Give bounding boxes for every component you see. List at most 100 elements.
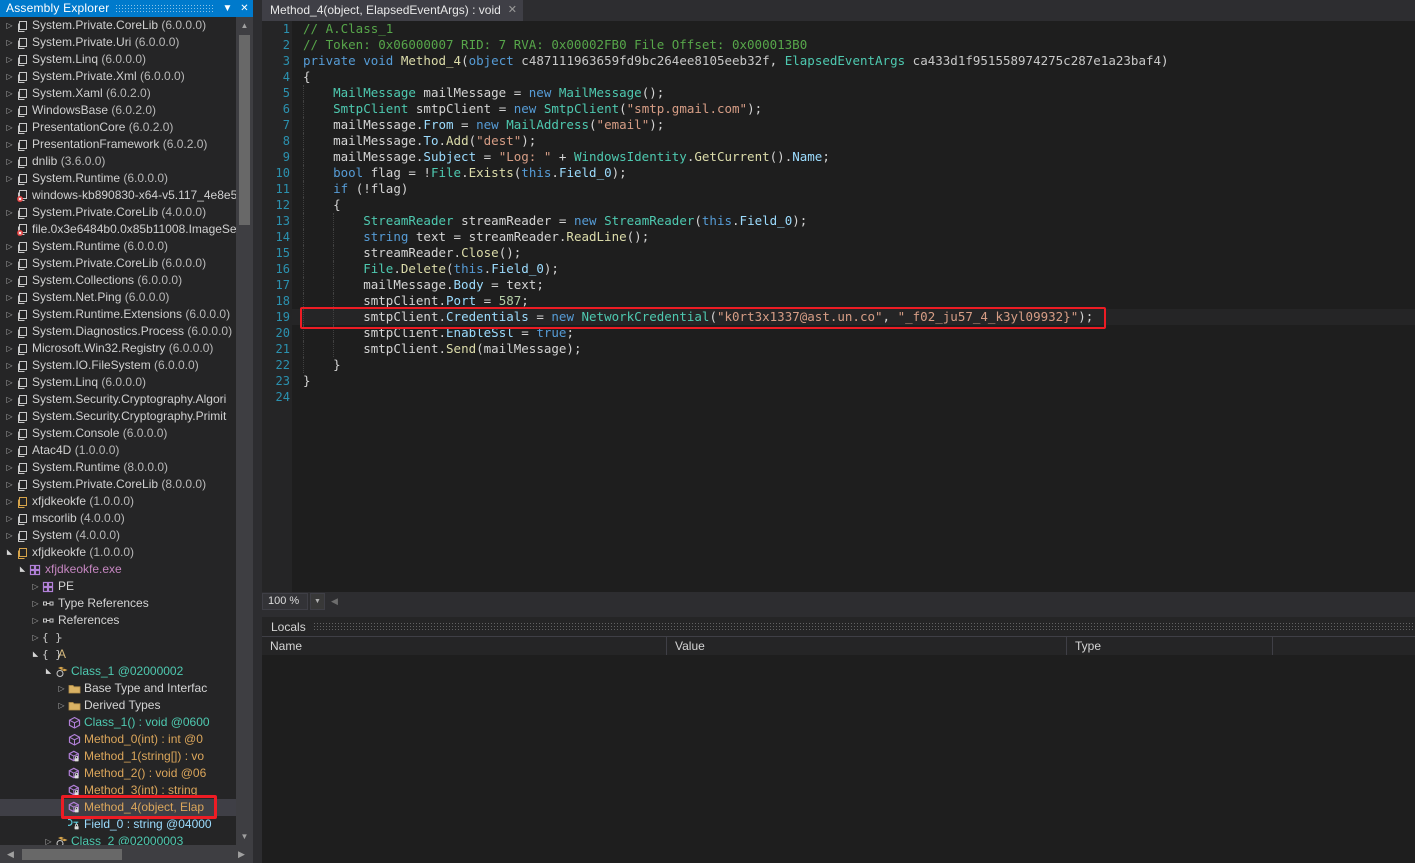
scrollbar-thumb[interactable]: [22, 849, 122, 860]
chevron-right-icon[interactable]: ▷: [4, 153, 15, 170]
tree-item[interactable]: Method_3(int) : string: [0, 782, 236, 799]
tree-item-selected[interactable]: Method_4(object, Elap: [0, 799, 236, 816]
code-line[interactable]: 1 // A.Class_1: [262, 21, 1415, 37]
tree-item[interactable]: ▷ System.Collections (6.0.0.0): [0, 272, 236, 289]
chevron-down-icon[interactable]: ▼: [219, 0, 236, 17]
tree-item[interactable]: ▷ System.Diagnostics.Process (6.0.0.0): [0, 323, 236, 340]
scroll-down-icon[interactable]: ▼: [236, 828, 253, 845]
chevron-down-icon[interactable]: ▼: [310, 593, 325, 610]
tree-item[interactable]: ◢ xfjdkeokfe (1.0.0.0): [0, 544, 236, 561]
tree-item[interactable]: ▷ Type References: [0, 595, 236, 612]
chevron-right-icon[interactable]: ▷: [30, 612, 41, 629]
zoom-level-value[interactable]: 100 %: [262, 593, 308, 610]
code-line[interactable]: 3 private void Method_4(object c487111963…: [262, 53, 1415, 69]
tree-item[interactable]: ▷ WindowsBase (6.0.2.0): [0, 102, 236, 119]
chevron-right-icon[interactable]: ▷: [4, 391, 15, 408]
scroll-right-icon[interactable]: ▶: [233, 845, 250, 863]
locals-column-header[interactable]: Type: [1067, 637, 1273, 655]
code-line[interactable]: 5 MailMessage mailMessage = new MailMess…: [262, 85, 1415, 101]
chevron-right-icon[interactable]: ▷: [4, 136, 15, 153]
tree-item[interactable]: ▷ mscorlib (4.0.0.0): [0, 510, 236, 527]
sidebar-vertical-scrollbar[interactable]: ▲ ▼: [236, 17, 253, 845]
locals-column-header[interactable]: Name: [262, 637, 667, 655]
tree-item[interactable]: ▷ Atac4D (1.0.0.0): [0, 442, 236, 459]
panel-drag-grip[interactable]: [312, 622, 1413, 631]
chevron-right-icon[interactable]: ▷: [4, 374, 15, 391]
tree-item[interactable]: Method_0(int) : int @0: [0, 731, 236, 748]
chevron-right-icon[interactable]: ▷: [4, 51, 15, 68]
chevron-right-icon[interactable]: ▷: [4, 204, 15, 221]
chevron-right-icon[interactable]: ▷: [4, 340, 15, 357]
chevron-right-icon[interactable]: ▷: [4, 34, 15, 51]
chevron-right-icon[interactable]: ▷: [56, 680, 67, 697]
chevron-right-icon[interactable]: ▷: [4, 255, 15, 272]
tree-item[interactable]: file.0x3e6484b0.0x85b11008.ImageSe: [0, 221, 236, 238]
code-line[interactable]: 6 SmtpClient smtpClient = new SmtpClient…: [262, 101, 1415, 117]
tree-item[interactable]: ▷ Derived Types: [0, 697, 236, 714]
chevron-right-icon[interactable]: ▷: [4, 289, 15, 306]
scrollbar-thumb[interactable]: [239, 35, 250, 225]
locals-column-header[interactable]: Value: [667, 637, 1067, 655]
tree-item[interactable]: ▷ System.Console (6.0.0.0): [0, 425, 236, 442]
tree-item[interactable]: ▷ PE: [0, 578, 236, 595]
tree-item[interactable]: ▷ Class_2 @02000003: [0, 833, 236, 845]
tree-item[interactable]: ▷ References: [0, 612, 236, 629]
tree-item[interactable]: ▷ System.Private.Uri (6.0.0.0): [0, 34, 236, 51]
code-line[interactable]: 17 mailMessage.Body = text;: [262, 277, 1415, 293]
tree-item[interactable]: ▷ System.Xaml (6.0.2.0): [0, 85, 236, 102]
chevron-right-icon[interactable]: ▷: [4, 442, 15, 459]
tree-item[interactable]: ▷ System.Linq (6.0.0.0): [0, 374, 236, 391]
chevron-down-icon[interactable]: ◢: [43, 663, 54, 680]
tree-item[interactable]: ▷ Microsoft.Win32.Registry (6.0.0.0): [0, 340, 236, 357]
panel-drag-grip[interactable]: [115, 4, 213, 13]
tree-item[interactable]: ▷ dnlib (3.6.0.0): [0, 153, 236, 170]
code-editor[interactable]: 1 // A.Class_1 2 // Token: 0x06000007 RID: …: [262, 21, 1415, 592]
scroll-up-icon[interactable]: ▲: [236, 17, 253, 34]
locals-rows[interactable]: [262, 655, 1415, 863]
tree-item[interactable]: ▷ System.Runtime (8.0.0.0): [0, 459, 236, 476]
tree-item[interactable]: Field_0 : string @04000: [0, 816, 236, 833]
code-line[interactable]: 19 smtpClient.Credentials = new NetworkC…: [262, 309, 1415, 325]
code-line[interactable]: 15 streamReader.Close();: [262, 245, 1415, 261]
sidebar-horizontal-scrollbar[interactable]: ◀ ▶: [0, 845, 253, 863]
tree-item[interactable]: ▷ Base Type and Interfac: [0, 680, 236, 697]
chevron-right-icon[interactable]: ▷: [4, 102, 15, 119]
chevron-right-icon[interactable]: ▷: [4, 68, 15, 85]
tree-item[interactable]: ▷ System.Private.CoreLib (6.0.0.0): [0, 255, 236, 272]
code-line[interactable]: 12 {: [262, 197, 1415, 213]
chevron-down-icon[interactable]: ◢: [17, 561, 28, 578]
code-line[interactable]: 9 mailMessage.Subject = "Log: " + Window…: [262, 149, 1415, 165]
chevron-right-icon[interactable]: ▷: [30, 578, 41, 595]
code-line[interactable]: 2 // Token: 0x06000007 RID: 7 RVA: 0x0000…: [262, 37, 1415, 53]
tree-item[interactable]: ▷ System.Runtime (6.0.0.0): [0, 238, 236, 255]
chevron-right-icon[interactable]: ▷: [4, 425, 15, 442]
tree-item[interactable]: ▷ System.Security.Cryptography.Primit: [0, 408, 236, 425]
chevron-right-icon[interactable]: ▷: [56, 697, 67, 714]
tree-item[interactable]: ▷ System.Private.Xml (6.0.0.0): [0, 68, 236, 85]
tree-item[interactable]: ▷ PresentationFramework (6.0.2.0): [0, 136, 236, 153]
chevron-right-icon[interactable]: ▷: [4, 459, 15, 476]
chevron-right-icon[interactable]: ▷: [4, 85, 15, 102]
scroll-left-icon[interactable]: ◀: [2, 845, 19, 863]
chevron-right-icon[interactable]: ▷: [4, 170, 15, 187]
chevron-right-icon[interactable]: ▷: [4, 408, 15, 425]
close-icon[interactable]: ✕: [508, 0, 517, 21]
code-line[interactable]: 7 mailMessage.From = new MailAddress("em…: [262, 117, 1415, 133]
tree-item[interactable]: ◢ Class_1 @02000002: [0, 663, 236, 680]
tree-item[interactable]: ▷ System.Net.Ping (6.0.0.0): [0, 289, 236, 306]
code-line[interactable]: 24: [262, 389, 1415, 405]
tree-item[interactable]: ▷ System.Runtime.Extensions (6.0.0.0): [0, 306, 236, 323]
tab-method-4[interactable]: Method_4(object, ElapsedEventArgs) : voi…: [262, 0, 524, 21]
tree-item[interactable]: ▷ System.Private.CoreLib (4.0.0.0): [0, 204, 236, 221]
tree-item[interactable]: Method_1(string[]) : vo: [0, 748, 236, 765]
code-line[interactable]: 10 bool flag = !File.Exists(this.Field_0…: [262, 165, 1415, 181]
chevron-right-icon[interactable]: ▷: [4, 306, 15, 323]
tree-item[interactable]: ▷ System.Private.CoreLib (8.0.0.0): [0, 476, 236, 493]
tree-item[interactable]: ◢{ } A: [0, 646, 236, 663]
tree-item[interactable]: ▷ System.Security.Cryptography.Algori: [0, 391, 236, 408]
chevron-right-icon[interactable]: ▷: [30, 595, 41, 612]
code-line[interactable]: 4{: [262, 69, 1415, 85]
chevron-down-icon[interactable]: ◢: [4, 544, 15, 561]
chevron-right-icon[interactable]: ▷: [4, 272, 15, 289]
tree-item[interactable]: ◢ xfjdkeokfe.exe: [0, 561, 236, 578]
